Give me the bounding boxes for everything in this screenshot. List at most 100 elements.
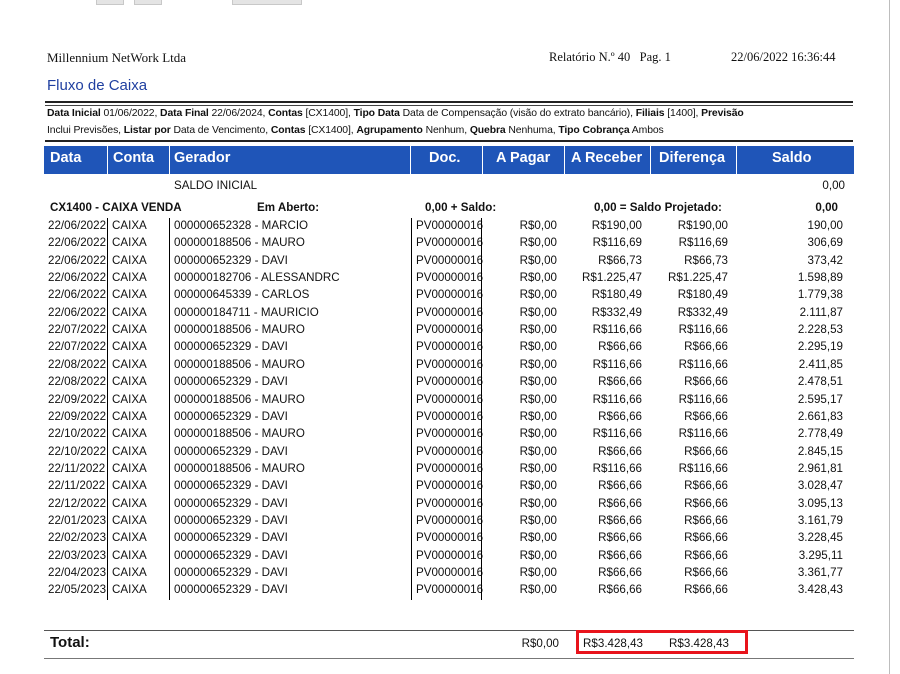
- filter-key: Filiais: [635, 108, 665, 119]
- filter-key: Contas: [270, 125, 306, 136]
- cell-data: 22/01/2023: [48, 513, 107, 527]
- cell-conta: CAIXA: [112, 392, 147, 406]
- cell-saldo: 2.295,19: [797, 340, 843, 354]
- saldo-inicial-value: 0,00: [822, 179, 845, 192]
- table-row: 22/12/2022 CAIXA 000000652329 - DAVI PV0000…: [0, 496, 900, 513]
- cell-gerador: 000000188506 - MAURO: [174, 461, 305, 475]
- saldo-projetado-value: 0,00: [815, 201, 838, 214]
- cell-conta: CAIXA: [112, 357, 147, 371]
- cell-a-pagar: R$0,00: [519, 288, 557, 302]
- cell-doc: PV00000016: [416, 236, 484, 250]
- cell-conta: CAIXA: [112, 444, 147, 458]
- cell-data: 22/03/2023: [48, 548, 107, 562]
- cell-a-pagar: R$0,00: [519, 392, 557, 406]
- table-row: 22/09/2022 CAIXA 000000188506 - MAURO PV000…: [0, 392, 900, 409]
- filter-key: Quebra: [469, 125, 506, 136]
- divider: [45, 101, 853, 103]
- cell-doc: PV00000016: [416, 219, 484, 232]
- cell-diferenca: R$66,66: [684, 479, 728, 493]
- cell-gerador: 000000652329 - DAVI: [174, 340, 288, 354]
- cell-saldo: 3.228,45: [797, 531, 843, 545]
- cell-a-receber: R$116,66: [592, 323, 642, 337]
- cell-conta: CAIXA: [112, 513, 147, 527]
- cell-doc: PV00000016: [416, 375, 484, 389]
- cell-saldo: 1.779,38: [797, 288, 843, 302]
- table-row: 22/11/2022 CAIXA 000000652329 - DAVI PV0000…: [0, 478, 900, 495]
- cell-a-receber: R$66,66: [598, 409, 642, 423]
- cell-data: 22/08/2022: [48, 357, 107, 371]
- cell-diferenca: R$66,66: [684, 409, 728, 423]
- cell-a-receber: R$66,66: [598, 531, 642, 545]
- cell-a-receber: R$66,66: [598, 340, 642, 354]
- cell-conta: CAIXA: [112, 583, 147, 597]
- cell-a-pagar: R$0,00: [519, 583, 557, 597]
- cell-data: 22/06/2022: [48, 305, 107, 319]
- filters-line-2: Inclui Previsões, Listar por Data de Ven…: [47, 124, 857, 138]
- em-aberto-label: Em Aberto:: [257, 201, 320, 214]
- cell-a-receber: R$66,66: [598, 548, 642, 562]
- cell-data: 22/06/2022: [48, 236, 107, 250]
- highlight-box: [576, 630, 748, 654]
- table-row: 22/06/2022 CAIXA 000000182706 - ALESSANDRC…: [0, 270, 900, 287]
- cell-a-receber: R$66,66: [598, 513, 642, 527]
- table-row: 22/08/2022 CAIXA 000000188506 - MAURO PV000…: [0, 357, 900, 374]
- cell-gerador: 000000188506 - MAURO: [174, 392, 305, 406]
- col-conta: Conta: [113, 150, 155, 166]
- cell-a-pagar: R$0,00: [519, 323, 557, 337]
- cell-doc: PV00000016: [416, 583, 484, 597]
- cell-gerador: 000000652329 - DAVI: [174, 513, 288, 527]
- cell-saldo: 2.595,17: [797, 392, 843, 406]
- cell-a-pagar: R$0,00: [519, 427, 557, 441]
- cell-saldo: 3.361,77: [797, 566, 843, 579]
- cell-data: 22/06/2022: [48, 288, 107, 302]
- report-number-label: Relatório N.º 40: [549, 50, 631, 64]
- cell-saldo: 190,00: [807, 219, 843, 232]
- cell-gerador: 000000652329 - DAVI: [174, 531, 288, 545]
- col-a-pagar: A Pagar: [496, 150, 551, 166]
- cell-a-pagar: R$0,00: [519, 513, 557, 527]
- cell-conta: CAIXA: [112, 409, 147, 423]
- column-separator: [169, 218, 170, 600]
- cell-saldo: 2.111,87: [799, 305, 843, 319]
- scroll-stub: [134, 0, 162, 5]
- cell-a-receber: R$116,66: [592, 357, 642, 371]
- cell-doc: PV00000016: [416, 444, 484, 458]
- cell-a-pagar: R$0,00: [519, 531, 557, 545]
- col-doc: Doc.: [429, 150, 461, 166]
- cell-data: 22/11/2022: [48, 479, 106, 493]
- cell-a-receber: R$1.225,47: [582, 271, 642, 285]
- cell-data: 22/09/2022: [48, 392, 107, 406]
- cell-saldo: 2.778,49: [797, 427, 843, 441]
- table-row: 22/03/2023 CAIXA 000000652329 - DAVI PV0000…: [0, 548, 900, 565]
- cell-a-pagar: R$0,00: [519, 219, 557, 232]
- cell-a-pagar: R$0,00: [519, 566, 557, 579]
- cell-doc: PV00000016: [416, 323, 484, 337]
- cell-gerador: 000000652329 - DAVI: [174, 566, 288, 579]
- cell-saldo: 3.161,79: [797, 513, 843, 527]
- cell-diferenca: R$116,66: [678, 392, 728, 406]
- cell-saldo: 3.095,13: [797, 496, 843, 510]
- cell-saldo: 306,69: [807, 236, 843, 250]
- cell-a-receber: R$66,66: [598, 375, 642, 389]
- cell-diferenca: R$66,66: [684, 583, 728, 597]
- cell-gerador: 000000652329 - DAVI: [174, 496, 288, 510]
- cell-a-receber: R$190,00: [591, 219, 642, 232]
- cell-data: 22/04/2023: [48, 566, 107, 579]
- col-saldo: Saldo: [772, 150, 812, 166]
- cell-data: 22/08/2022: [48, 375, 107, 389]
- cell-doc: PV00000016: [416, 496, 484, 510]
- col-a-receber: A Receber: [571, 150, 643, 166]
- cell-conta: CAIXA: [112, 531, 147, 545]
- account-summary-row: CX1400 - CAIXA VENDA Em Aberto: 0,00 + S…: [0, 200, 900, 217]
- col-gerador: Gerador: [174, 150, 231, 166]
- cell-a-receber: R$66,66: [598, 479, 642, 493]
- cell-diferenca: R$66,66: [684, 375, 728, 389]
- filter-value: [CX1400],: [302, 108, 354, 119]
- cell-data: 22/06/2022: [48, 253, 107, 267]
- table-row: 22/07/2022 CAIXA 000000652329 - DAVI PV0000…: [0, 339, 900, 356]
- cell-diferenca: R$66,66: [684, 531, 728, 545]
- scroll-stub: [96, 0, 124, 5]
- filter-value: Ambos: [629, 125, 664, 136]
- cell-saldo: 3.428,43: [797, 583, 843, 597]
- cell-a-pagar: R$0,00: [519, 479, 557, 493]
